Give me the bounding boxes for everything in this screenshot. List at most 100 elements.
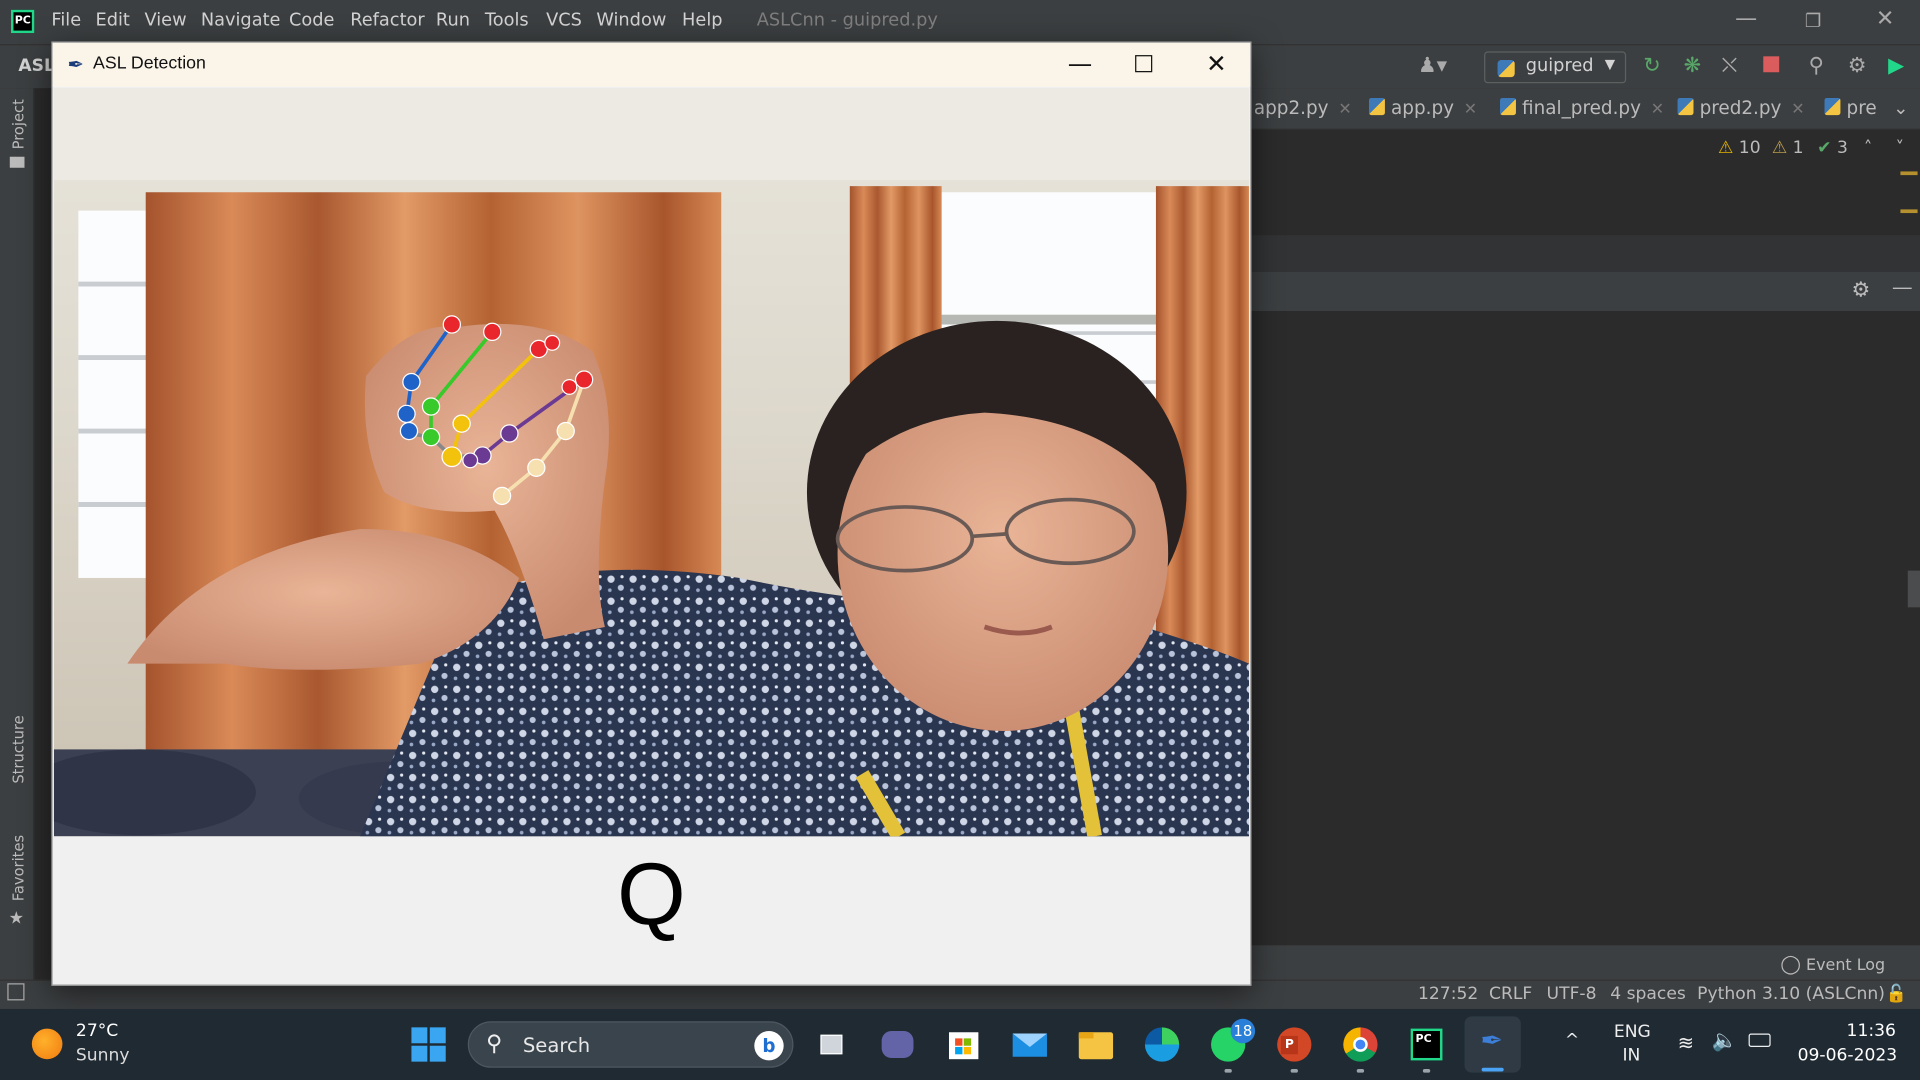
file-explorer-icon[interactable] xyxy=(1076,1025,1115,1064)
weather-sun-icon[interactable] xyxy=(31,1028,63,1060)
folder-icon xyxy=(9,156,25,168)
pycharm-logo-icon: PC xyxy=(11,9,35,34)
python-file-icon xyxy=(1368,97,1385,116)
menu-file[interactable]: File xyxy=(51,11,81,31)
menu-code[interactable]: Code xyxy=(289,11,334,31)
ide-minimize-icon[interactable]: — xyxy=(1735,6,1757,32)
wifi-icon[interactable]: ≋ xyxy=(1678,1031,1694,1054)
project-breadcrumb[interactable]: ASL xyxy=(18,56,55,76)
file-encoding[interactable]: UTF-8 xyxy=(1547,984,1597,1004)
notification-badge: 18 xyxy=(1230,1018,1256,1044)
task-view-icon[interactable] xyxy=(813,1025,852,1064)
start-button[interactable] xyxy=(411,1027,446,1062)
tab-app2[interactable]: app2.py ✕ xyxy=(1254,97,1352,119)
editor-tabs: app2.py ✕ app.py ✕ final_pred.py ✕ pred2.py… xyxy=(1251,88,1920,130)
microsoft-store-icon[interactable] xyxy=(944,1025,983,1064)
python-file-icon xyxy=(1677,97,1694,116)
prev-highlight-icon[interactable]: ˄ xyxy=(1864,138,1873,158)
close-icon[interactable]: ✕ xyxy=(1464,100,1477,118)
maximize-icon[interactable] xyxy=(1135,55,1153,73)
tab-final-pred[interactable]: final_pred.py ✕ xyxy=(1500,97,1664,119)
tk-app-taskbar-icon[interactable]: ✒ xyxy=(1464,1016,1521,1073)
feather-icon: ✒ xyxy=(1480,1026,1503,1057)
rerun-icon[interactable]: ↻ xyxy=(1643,54,1660,78)
scrollbar[interactable] xyxy=(1907,570,1920,608)
left-tool-strip: Project Structure Favorites ★ xyxy=(0,88,35,1007)
ide-restore-icon[interactable]: ❐ xyxy=(1805,10,1821,32)
chrome-icon[interactable] xyxy=(1341,1025,1380,1073)
teams-chat-icon[interactable] xyxy=(878,1025,917,1064)
volume-icon[interactable]: 🔈 xyxy=(1712,1029,1738,1053)
webcam-feed xyxy=(53,88,1249,837)
event-log-button[interactable]: ◯ Event Log xyxy=(1780,953,1885,975)
asl-detection-window: ✒ ASL Detection — ✕ Q xyxy=(51,41,1252,986)
plugin-icon[interactable]: ▶ xyxy=(1888,54,1904,78)
mail-icon[interactable] xyxy=(1010,1025,1049,1064)
run-config-dropdown[interactable]: guipred ▼ xyxy=(1484,51,1627,84)
weather-condition[interactable]: Sunny xyxy=(76,1046,130,1066)
menu-run[interactable]: Run xyxy=(436,11,470,31)
taskbar-search[interactable]: ⚲ Search b xyxy=(467,1021,794,1068)
tab-pre[interactable]: pre xyxy=(1824,97,1877,119)
asl-window-title: ASL Detection xyxy=(93,53,206,74)
windows-taskbar: 27°C Sunny ⚲ Search b 18 P PC ✒ ^ ENG IN… xyxy=(0,1008,1920,1080)
tool-windows-toggle-icon[interactable] xyxy=(7,983,25,1001)
pycharm-taskbar-icon[interactable]: PC xyxy=(1407,1025,1446,1073)
line-separator[interactable]: CRLF xyxy=(1489,984,1532,1004)
menu-help[interactable]: Help xyxy=(682,11,722,31)
search-everywhere-icon[interactable]: ⚲ xyxy=(1809,54,1824,78)
panel-settings-gear-icon[interactable]: ⚙ xyxy=(1851,278,1870,302)
menu-edit[interactable]: Edit xyxy=(96,11,130,31)
indent-setting[interactable]: 4 spaces xyxy=(1610,984,1686,1004)
weather-temperature[interactable]: 27°C xyxy=(76,1021,118,1041)
project-tool-button[interactable]: Project xyxy=(10,99,27,149)
input-language[interactable]: ENG xyxy=(1614,1022,1651,1042)
close-icon[interactable]: ✕ xyxy=(1651,100,1664,118)
python-interpreter[interactable]: Python 3.10 (ASLCnn) xyxy=(1697,984,1885,1004)
whatsapp-icon[interactable]: 18 xyxy=(1209,1018,1256,1073)
run-config-label: guipred xyxy=(1525,56,1594,76)
menu-view[interactable]: View xyxy=(144,11,186,31)
menu-vcs[interactable]: VCS xyxy=(546,11,582,31)
clock-time[interactable]: 11:36 xyxy=(1847,1021,1896,1041)
search-icon: ⚲ xyxy=(486,1031,503,1057)
menu-window[interactable]: Window xyxy=(596,11,666,31)
close-icon[interactable]: ✕ xyxy=(1791,100,1804,118)
tab-pred2[interactable]: pred2.py ✕ xyxy=(1677,97,1805,119)
python-file-icon xyxy=(1497,60,1515,78)
minimize-icon[interactable]: — xyxy=(1068,49,1092,78)
clock-date[interactable]: 09-06-2023 xyxy=(1798,1046,1898,1066)
run-output-panel[interactable] xyxy=(1251,311,1920,946)
menu-tools[interactable]: Tools xyxy=(485,11,529,31)
stop-icon[interactable] xyxy=(1763,56,1780,73)
typos-count[interactable]: ✔ 3 xyxy=(1817,138,1848,158)
account-icon[interactable]: ♟▾ xyxy=(1418,54,1447,78)
chevron-down-icon: ▼ xyxy=(1604,56,1616,73)
input-region[interactable]: IN xyxy=(1622,1046,1640,1066)
warnings-count[interactable]: ⚠ 10 xyxy=(1718,138,1761,158)
show-hidden-icons-chevron-icon[interactable]: ^ xyxy=(1565,1031,1579,1051)
ide-menu-bar: PC File Edit View Navigate Code Refactor… xyxy=(0,0,1920,45)
powerpoint-icon[interactable]: P xyxy=(1275,1025,1314,1073)
next-highlight-icon[interactable]: ˅ xyxy=(1896,138,1905,158)
bing-icon[interactable]: b xyxy=(754,1031,784,1061)
panel-hide-icon[interactable]: — xyxy=(1892,276,1913,300)
close-icon[interactable]: ✕ xyxy=(1338,100,1351,118)
favorites-tool-button[interactable]: Favorites xyxy=(10,835,27,901)
menu-refactor[interactable]: Refactor xyxy=(350,11,424,31)
coverage-icon[interactable]: ⛌ xyxy=(1722,54,1738,78)
ide-close-icon[interactable]: ✕ xyxy=(1876,6,1894,32)
lock-icon[interactable]: 🔓 xyxy=(1886,984,1907,1004)
battery-icon[interactable] xyxy=(1748,1033,1771,1047)
structure-tool-button[interactable]: Structure xyxy=(10,715,27,783)
tabs-overflow-chevron-icon[interactable]: ⌄ xyxy=(1893,97,1908,119)
weak-warnings-count[interactable]: ⚠ 1 xyxy=(1772,138,1804,158)
menu-navigate[interactable]: Navigate xyxy=(201,11,281,31)
close-icon[interactable]: ✕ xyxy=(1206,49,1227,78)
settings-gear-icon[interactable]: ⚙ xyxy=(1848,54,1867,78)
caret-position[interactable]: 127:52 xyxy=(1418,984,1478,1004)
debug-icon[interactable]: ❋ xyxy=(1684,54,1701,78)
asl-window-titlebar[interactable]: ✒ ASL Detection — ✕ xyxy=(52,42,1251,87)
tab-app[interactable]: app.py ✕ xyxy=(1368,97,1477,119)
edge-browser-icon[interactable] xyxy=(1142,1025,1181,1064)
